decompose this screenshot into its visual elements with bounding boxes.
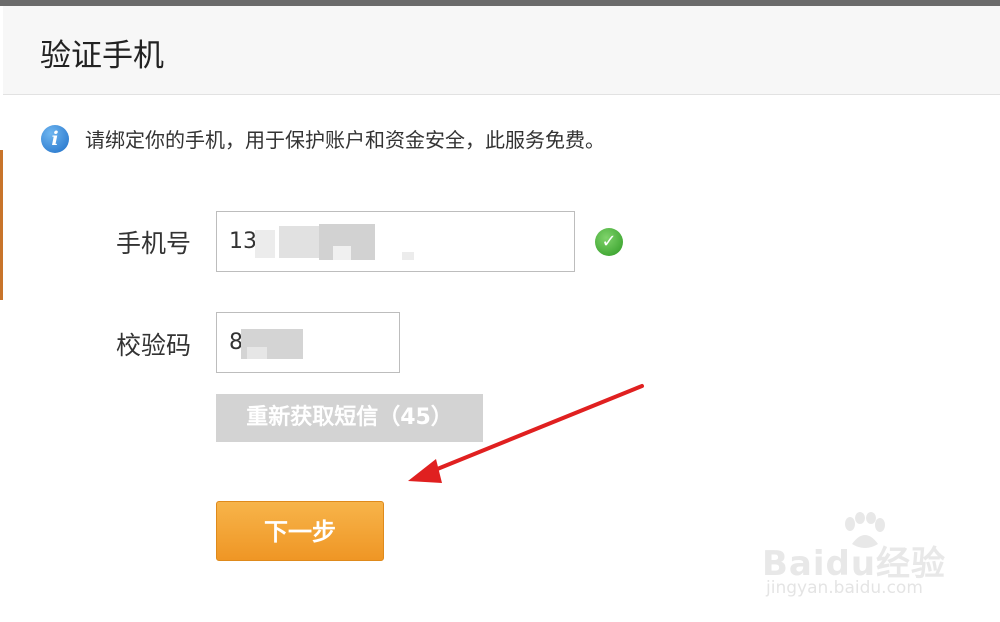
arrow-shaft xyxy=(423,384,644,476)
arrow-head xyxy=(408,459,442,483)
baidu-watermark: Baidu经验 jingyan.baidu.com xyxy=(762,512,982,610)
watermark-url: jingyan.baidu.com xyxy=(766,578,923,598)
